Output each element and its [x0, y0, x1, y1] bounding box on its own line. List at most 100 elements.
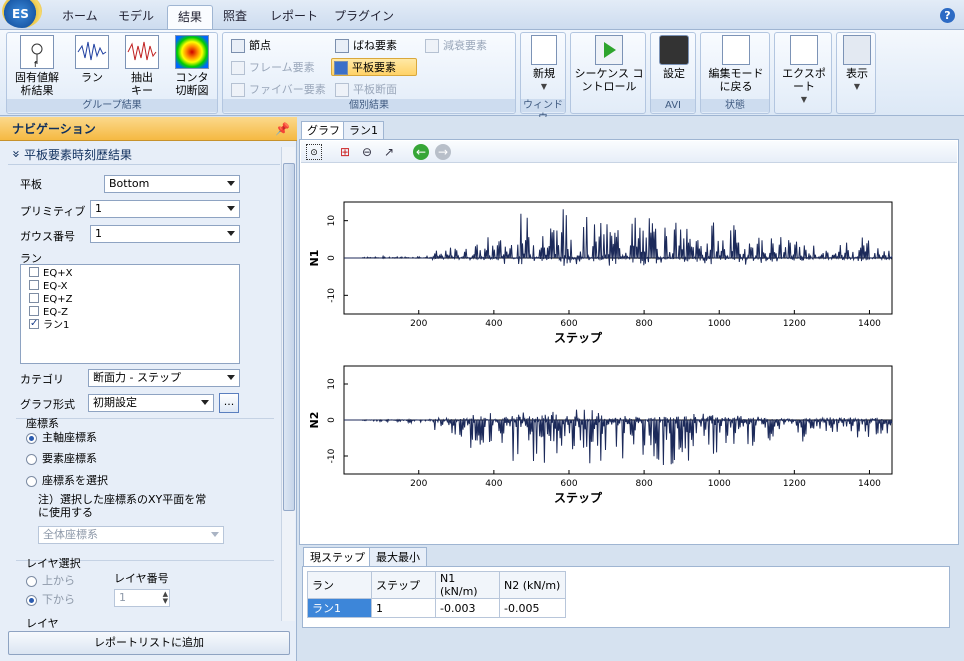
tab-check[interactable]: 照査 — [213, 5, 257, 29]
chevron-down-icon — [227, 231, 235, 236]
plate-element-button[interactable]: 平板要素 — [331, 58, 417, 76]
run-item-eq-plus-z[interactable]: EQ+Z — [29, 293, 72, 306]
select-icon[interactable]: ⊙ — [306, 144, 322, 160]
app-logo-text: ES — [12, 7, 29, 21]
svg-text:f: f — [34, 60, 37, 68]
individual-results-group: 節点 フレーム要素 ファイバー要素 ばね要素 平板要素 平板断面 減衰要素 個別… — [222, 32, 516, 114]
principal-axis-radio[interactable]: 主軸座標系 — [26, 430, 97, 446]
tab-current-step[interactable]: 現ステップ — [303, 547, 372, 567]
node-button[interactable]: 節点 — [229, 37, 271, 55]
add-to-report-button[interactable]: レポートリストに追加 — [8, 631, 290, 655]
run-item-run1[interactable]: ラン1 — [29, 317, 69, 332]
run-list[interactable]: EQ+X EQ-X EQ+Z EQ-Z ラン1 — [20, 264, 240, 364]
zoom-box-icon[interactable]: ⊞ — [337, 144, 353, 160]
checkbox[interactable] — [29, 280, 39, 290]
col-run: ラン — [307, 571, 372, 599]
tab-report[interactable]: レポート — [260, 5, 328, 29]
plate-section-button[interactable]: 平板断面 — [333, 81, 397, 99]
view-button[interactable]: 表示 ▼ — [839, 35, 875, 93]
tab-home[interactable]: ホーム — [52, 5, 108, 29]
back-arrow-icon[interactable]: ← — [413, 144, 429, 160]
cell-n1[interactable]: -0.003 — [435, 598, 500, 618]
gauss-select[interactable]: 1 — [90, 225, 240, 243]
checkbox[interactable] — [29, 293, 39, 303]
eigen-results-label: 固有値解 析結果 — [15, 71, 59, 97]
table-row[interactable]: ラン1 1 -0.003 -0.005 — [307, 598, 566, 618]
tab-run1[interactable]: ラン1 — [343, 121, 384, 139]
extract-key-button[interactable]: 抽出 キー — [119, 35, 165, 97]
zoom-out-icon[interactable]: ⊖ — [359, 144, 375, 160]
cell-n2[interactable]: -0.005 — [499, 598, 566, 618]
cell-run[interactable]: ラン1 — [307, 598, 372, 618]
layer-from-top-radio[interactable]: 上から — [26, 573, 75, 589]
y-axis-label: N2 — [308, 412, 321, 429]
element-axis-radio[interactable]: 要素座標系 — [26, 451, 97, 467]
sequence-control-button[interactable]: シーケンス コ ントロール — [573, 35, 645, 93]
result-table: ラン ステップ N1 (kN/m) N2 (kN/m) ラン1 1 -0.003… — [307, 571, 566, 618]
coordinate-system-select[interactable]: 全体座標系 — [38, 526, 224, 544]
run-button[interactable]: ラン — [69, 35, 115, 84]
run-item-eq-plus-x[interactable]: EQ+X — [29, 267, 72, 280]
x-axis-label: ステップ — [554, 490, 603, 505]
gauss-select-value: 1 — [95, 227, 102, 240]
pin-icon[interactable]: 📌 — [275, 122, 290, 136]
new-window-button[interactable]: 新規 ▼ — [525, 35, 563, 93]
spring-element-button[interactable]: ばね要素 — [333, 37, 397, 55]
charts-canvas[interactable]: 200 400 600 800 1000 1200 1400 -10 0 10 N1 ステップ 200 4… — [300, 164, 956, 544]
layer-number-label: レイヤ番号 — [114, 572, 169, 585]
eigen-results-button[interactable]: f 固有値解 析結果 — [11, 35, 63, 97]
cell-step[interactable]: 1 — [371, 598, 436, 618]
layer-number-stepper[interactable]: 1 ▲ ▼ — [114, 589, 170, 607]
select-axis-radio[interactable]: 座標系を選択 — [26, 473, 108, 489]
fit-icon[interactable]: ↗ — [381, 144, 397, 160]
tab-graph[interactable]: グラフ — [301, 121, 346, 139]
tab-model[interactable]: モデル — [108, 5, 164, 29]
scrollbar-thumb[interactable] — [283, 163, 295, 511]
category-label: カテゴリ — [20, 373, 64, 386]
plate-history-section-header[interactable]: 平板要素時刻歴結果 — [8, 145, 280, 165]
tab-plugin[interactable]: プラグイン — [324, 5, 404, 29]
checkbox[interactable] — [29, 267, 39, 277]
plate-select[interactable]: Bottom — [104, 175, 240, 193]
contour-cut-button[interactable]: コンタ 切断図 — [169, 35, 215, 97]
graph-format-options-button[interactable]: ... — [219, 393, 239, 413]
plate-section-label: 平板断面 — [353, 83, 397, 96]
app-logo[interactable]: ES — [2, 0, 42, 28]
nav-scrollbar[interactable] — [281, 147, 295, 621]
radio[interactable] — [26, 476, 37, 487]
export-button[interactable]: エクスポート ▼ — [777, 35, 831, 106]
primitive-select[interactable]: 1 — [90, 200, 240, 218]
run-label: ラン — [81, 71, 103, 84]
frame-element-button[interactable]: フレーム要素 — [229, 59, 315, 77]
ribbon: f 固有値解 析結果 ラン 抽出 キー コンタ 切断図 グループ結果 節点 フレ… — [0, 30, 964, 124]
layer-number-value: 1 — [119, 591, 126, 604]
avi-settings-button[interactable]: 設定 — [655, 35, 693, 80]
radio-selected[interactable] — [26, 433, 37, 444]
category-select[interactable]: 断面力 - ステップ — [88, 369, 240, 387]
plate-icon — [334, 61, 348, 75]
radio[interactable] — [26, 576, 37, 587]
run-item-eq-minus-x[interactable]: EQ-X — [29, 280, 67, 293]
forward-arrow-icon[interactable]: → — [435, 144, 451, 160]
back-to-edit-button[interactable]: 編集モード に戻る — [703, 35, 769, 93]
tab-max-min[interactable]: 最大最小 — [369, 547, 427, 567]
view-dropdown-icon: ▼ — [853, 82, 861, 91]
fiber-element-button[interactable]: ファイバー要素 — [229, 81, 326, 99]
x-tick-label: 600 — [560, 479, 577, 489]
checkbox[interactable] — [29, 306, 39, 316]
radio-selected[interactable] — [26, 595, 37, 606]
y-tick-label: 0 — [327, 417, 337, 423]
help-icon[interactable]: ? — [940, 8, 955, 23]
y-tick-label: -10 — [327, 288, 337, 303]
tab-results[interactable]: 結果 — [167, 5, 214, 29]
graph-format-select[interactable]: 初期設定 — [88, 394, 214, 412]
spring-icon — [335, 39, 349, 53]
y-tick-label: 0 — [327, 255, 337, 261]
stepper-arrows-icon[interactable]: ▲ ▼ — [163, 591, 168, 605]
radio[interactable] — [26, 454, 37, 465]
new-window-dropdown-icon: ▼ — [540, 82, 548, 91]
checkbox-checked[interactable] — [29, 317, 39, 330]
gauss-label: ガウス番号 — [20, 230, 75, 243]
damper-element-button[interactable]: 減衰要素 — [423, 37, 487, 55]
layer-from-bottom-radio[interactable]: 下から — [26, 592, 75, 608]
